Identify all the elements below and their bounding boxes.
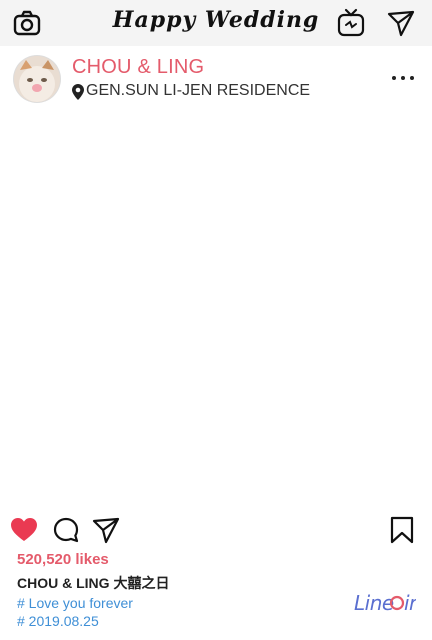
username[interactable]: CHOU & LING [72, 56, 204, 79]
brand-logo: Line in [354, 590, 422, 616]
svg-text:in: in [404, 591, 416, 615]
post-header: CHOU & LING GEN.SUN LI-JEN RESIDENCE [0, 52, 432, 108]
top-bar: Happy Wedding [0, 0, 432, 46]
bookmark-icon[interactable] [388, 516, 416, 544]
tv-icon[interactable] [336, 8, 366, 38]
location-pin-icon [72, 84, 84, 100]
paper-plane-icon[interactable] [386, 8, 416, 38]
avatar[interactable] [14, 56, 60, 102]
more-dots-icon[interactable] [392, 74, 416, 82]
location-label: GEN.SUN LI-JEN RESIDENCE [86, 82, 311, 99]
cat-avatar-image [14, 56, 60, 102]
svg-text:Line: Line [354, 591, 394, 615]
caption-text: CHOU & LING 大囍之日 [17, 575, 170, 591]
comment-icon[interactable] [52, 516, 80, 544]
hashtag-love[interactable]: # Love you forever [17, 595, 133, 611]
hashtag-date[interactable]: # 2019.08.25 [17, 613, 99, 629]
action-bar [0, 512, 432, 548]
share-paper-plane-icon[interactable] [92, 516, 120, 544]
heart-icon[interactable] [10, 516, 38, 544]
app-title: Happy Wedding [112, 7, 320, 33]
likes-count[interactable]: 520,520 likes [17, 551, 109, 568]
